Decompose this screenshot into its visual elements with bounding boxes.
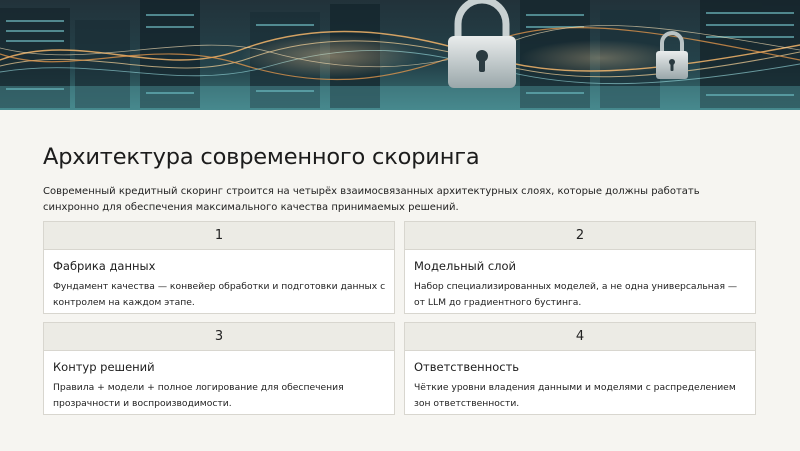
hero-illustration <box>0 0 800 110</box>
card-number: 2 <box>405 222 755 250</box>
card-description: Правила + модели + полное логирование дл… <box>53 382 344 409</box>
card-number: 1 <box>44 222 394 250</box>
card-number: 3 <box>44 323 394 351</box>
hero-banner <box>0 0 800 110</box>
card-description: Чёткие уровни владения данными и моделям… <box>414 382 736 409</box>
card-title: Фабрика данных <box>53 259 156 273</box>
card-description: Набор специализированных моделей, а не о… <box>414 281 738 308</box>
card-title: Модельный слой <box>414 259 517 273</box>
intro-paragraph: Современный кредитный скоринг строится н… <box>43 186 700 213</box>
layer-card-4: 4 Ответственность Чёткие уровни владения… <box>404 322 756 415</box>
card-number: 4 <box>405 323 755 351</box>
card-title: Контур решений <box>53 360 155 374</box>
card-description: Фундамент качества — конвейер обработки … <box>53 281 386 308</box>
layer-card-3: 3 Контур решений Правила + модели + полн… <box>43 322 395 415</box>
layer-card-2: 2 Модельный слой Набор специализированны… <box>404 221 756 314</box>
card-title: Ответственность <box>414 360 520 374</box>
page-title: Архитектура современного скоринга <box>43 144 480 170</box>
layer-card-1: 1 Фабрика данных Фундамент качества — ко… <box>43 221 395 314</box>
main-content: Архитектура современного скоринга Соврем… <box>0 110 800 451</box>
